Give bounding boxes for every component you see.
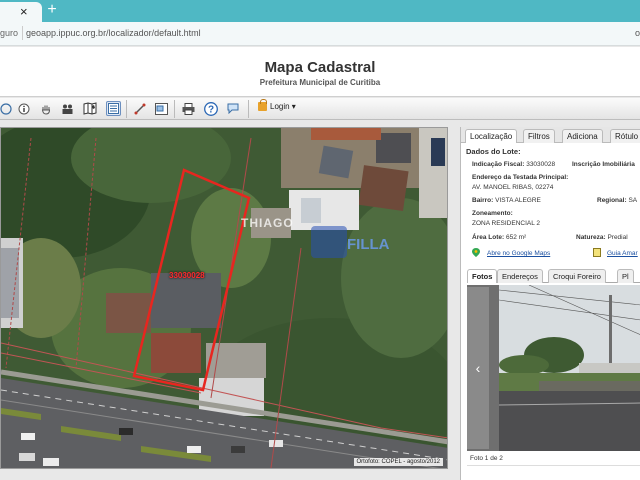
map-toolbar: ? Login ▾ bbox=[0, 98, 640, 120]
natureza-label: Natureza: bbox=[576, 234, 606, 241]
tab-enderecos[interactable]: Endereços bbox=[497, 269, 543, 283]
tab-localizacao[interactable]: Localização bbox=[465, 129, 518, 143]
area-label: Área Lote: bbox=[472, 234, 505, 241]
inscricao-row: Inscrição Imobiliária bbox=[572, 161, 635, 168]
endereco-value: AV. MANOEL RIBAS, 02274 bbox=[472, 184, 554, 191]
address-bar[interactable]: guro geoapp.ippuc.org.br/localizador/def… bbox=[0, 22, 640, 46]
help-glyph: ? bbox=[207, 104, 213, 115]
panel-footer bbox=[467, 465, 640, 480]
regional-label: Regional: bbox=[597, 197, 627, 204]
natureza-value: Predial bbox=[607, 234, 628, 241]
tab-croqui-foreiro[interactable]: Croqui Foreiro bbox=[548, 269, 606, 283]
new-tab-button[interactable]: + bbox=[44, 1, 60, 19]
table-view-icon[interactable] bbox=[106, 101, 121, 116]
regional-row: Regional: SA bbox=[597, 197, 637, 204]
login-label: Login ▾ bbox=[270, 102, 296, 111]
guide-book-icon bbox=[593, 248, 601, 257]
people-icon[interactable] bbox=[60, 101, 75, 116]
tab-pl[interactable]: Pl bbox=[617, 269, 634, 283]
measure-icon[interactable] bbox=[132, 101, 147, 116]
zoneamento-label-row: Zoneamento: bbox=[472, 210, 513, 217]
watermark-top: THIAGO bbox=[241, 216, 294, 230]
zoneamento-label: Zoneamento: bbox=[472, 210, 513, 217]
guia-link[interactable]: Guia Amar bbox=[607, 250, 638, 257]
print-icon[interactable] bbox=[181, 101, 196, 116]
help-icon[interactable]: ? bbox=[203, 101, 218, 116]
aerial-map[interactable] bbox=[1, 128, 448, 469]
toolbar-divider bbox=[126, 100, 127, 118]
map-viewport[interactable]: 33030028 THIAGO FILLA Ortofoto: COPEL - … bbox=[0, 127, 448, 469]
endereco-label-row: Endereço da Testada Principal: bbox=[472, 174, 568, 181]
indicacao-label: Indicação Fiscal: bbox=[472, 161, 525, 168]
natureza-row: Natureza: Predial bbox=[576, 234, 628, 241]
photo-count: Foto 1 de 2 bbox=[470, 455, 503, 462]
indicacao-value: 33030028 bbox=[526, 161, 556, 168]
pan-arrows-icon[interactable] bbox=[0, 101, 13, 116]
watermark-logo bbox=[311, 226, 347, 258]
zoneamento-value: ZONA RESIDENCIAL 2 bbox=[472, 220, 541, 227]
bairro-row: Bairro: VISTA ALEGRE bbox=[472, 197, 541, 204]
tab-adiciona[interactable]: Adiciona bbox=[562, 129, 603, 143]
security-label[interactable]: guro bbox=[0, 28, 18, 38]
page-subtitle: Prefeitura Municipal de Curitiba bbox=[259, 78, 381, 87]
map-layers-icon[interactable] bbox=[82, 101, 97, 116]
hand-pan-icon[interactable] bbox=[38, 101, 53, 116]
zoom-window-icon[interactable] bbox=[154, 101, 169, 116]
address-separator bbox=[22, 26, 23, 40]
toolbar-divider bbox=[174, 100, 175, 118]
google-maps-link[interactable]: Abre no Google Maps bbox=[487, 250, 550, 257]
browser-tab[interactable]: × bbox=[0, 2, 42, 22]
page-header: Mapa Cadastral Prefeitura Municipal de C… bbox=[0, 47, 640, 97]
browser-tab-bar: × + bbox=[0, 0, 640, 22]
bairro-value: VISTA ALEGRE bbox=[495, 197, 541, 204]
address-right-text: o bbox=[634, 28, 640, 38]
endereco-label: Endereço da Testada Principal: bbox=[472, 174, 569, 181]
url-text[interactable]: geoapp.ippuc.org.br/localizador/default.… bbox=[26, 28, 201, 38]
bairro-label: Bairro: bbox=[472, 197, 494, 204]
close-tab-icon[interactable]: × bbox=[20, 4, 28, 20]
tab-fotos[interactable]: Fotos bbox=[467, 269, 498, 283]
dados-lote-title: Dados do Lote: bbox=[466, 147, 521, 156]
chevron-left-icon: ‹ bbox=[475, 360, 481, 376]
info-icon[interactable] bbox=[16, 101, 31, 116]
google-maps-pin-icon bbox=[472, 248, 480, 257]
lot-number-label: 33030028 bbox=[169, 271, 205, 280]
map-credit: Ortofoto: COPEL - agosto/2012 bbox=[353, 458, 443, 466]
photo-prev-button[interactable]: ‹ bbox=[467, 287, 489, 449]
page-title: Mapa Cadastral bbox=[264, 59, 376, 76]
lock-icon bbox=[258, 99, 267, 111]
panel-tabs: Localização Filtros Adiciona Rótulo bbox=[461, 127, 640, 143]
login-button[interactable]: Login ▾ bbox=[258, 99, 296, 111]
inscricao-label: Inscrição Imobiliária bbox=[572, 161, 635, 168]
toolbar-divider bbox=[248, 100, 249, 118]
regional-value: SA bbox=[628, 197, 638, 204]
area-row: Área Lote: 652 m² bbox=[472, 234, 526, 241]
chat-bubble-icon[interactable] bbox=[225, 101, 240, 116]
watermark-bottom: FILLA bbox=[347, 236, 390, 253]
tab-rotulo[interactable]: Rótulo bbox=[610, 129, 640, 143]
info-panel: Localização Filtros Adiciona Rótulo Dado… bbox=[460, 127, 640, 480]
area-value: 652 m² bbox=[505, 234, 527, 241]
tab-filtros[interactable]: Filtros bbox=[523, 129, 555, 143]
indicacao-row: Indicação Fiscal: 33030028 bbox=[472, 161, 555, 168]
photo-tabs: Fotos Endereços Croqui Foreiro Pl bbox=[467, 269, 640, 283]
street-photo bbox=[499, 285, 640, 451]
